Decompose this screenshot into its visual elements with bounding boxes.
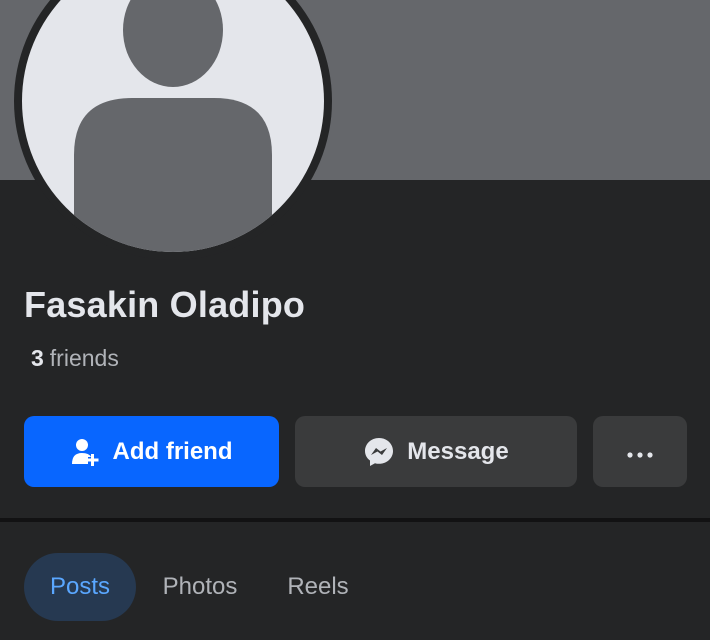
add-friend-label: Add friend <box>112 437 233 465</box>
messenger-icon <box>363 436 395 468</box>
friends-count-number: 3 <box>31 345 44 371</box>
profile-page: Fasakin Oladipo 3 friends Add friend Mess… <box>0 0 710 640</box>
tab-posts[interactable]: Posts <box>24 553 136 621</box>
section-divider <box>0 518 710 522</box>
more-options-button[interactable] <box>593 416 687 487</box>
add-friend-icon <box>71 437 101 467</box>
message-label: Message <box>407 437 509 465</box>
message-button[interactable]: Message <box>295 416 577 487</box>
tab-photos[interactable]: Photos <box>142 553 258 621</box>
add-friend-button[interactable]: Add friend <box>24 416 279 487</box>
tab-reels[interactable]: Reels <box>268 553 368 621</box>
default-avatar-icon <box>22 0 324 252</box>
friends-count[interactable]: 3 friends <box>31 345 119 372</box>
profile-name: Fasakin Oladipo <box>24 284 306 325</box>
friends-count-label: friends <box>49 345 119 371</box>
more-dots-icon <box>626 438 654 466</box>
profile-picture[interactable] <box>14 0 332 260</box>
